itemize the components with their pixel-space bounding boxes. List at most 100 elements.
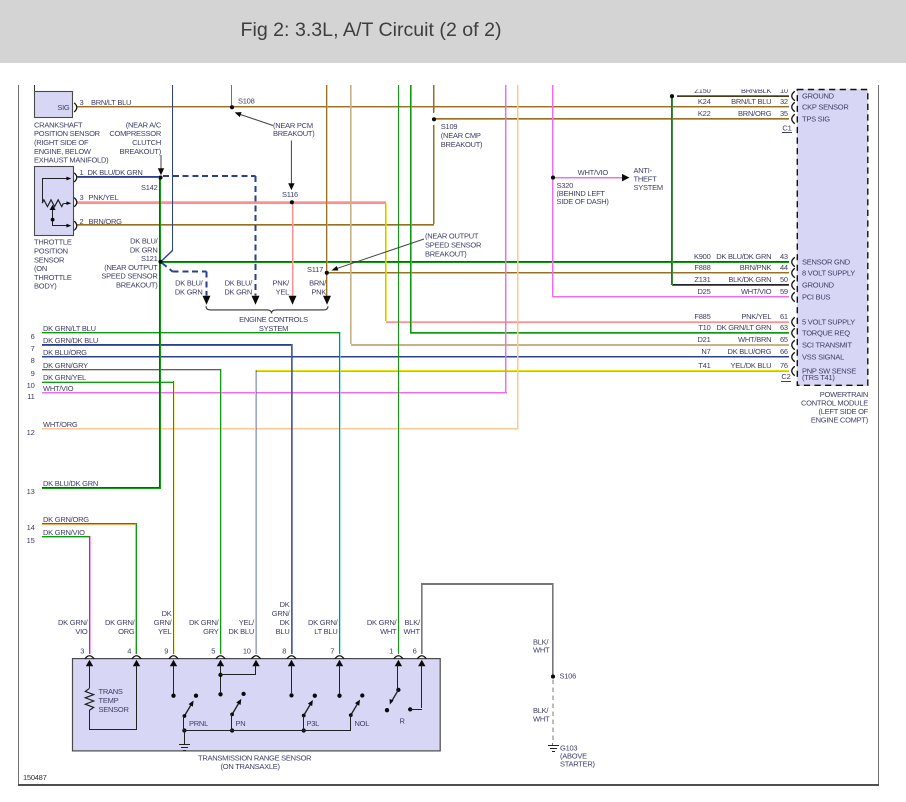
svg-text:43: 43 bbox=[780, 252, 788, 261]
svg-text:ORG: ORG bbox=[118, 627, 135, 636]
svg-text:50: 50 bbox=[780, 275, 788, 284]
svg-text:K24: K24 bbox=[698, 97, 711, 106]
svg-text:9: 9 bbox=[31, 369, 35, 378]
svg-text:SIG: SIG bbox=[57, 103, 70, 112]
svg-text:K900: K900 bbox=[694, 252, 711, 261]
svg-text:SPEED SENSOR: SPEED SENSOR bbox=[101, 272, 158, 281]
svg-text:59: 59 bbox=[780, 287, 788, 296]
svg-text:WHT: WHT bbox=[403, 627, 420, 636]
svg-text:BLU: BLU bbox=[276, 627, 290, 636]
svg-text:DK GRN/: DK GRN/ bbox=[105, 618, 136, 627]
svg-text:DK GRN: DK GRN bbox=[175, 287, 203, 296]
svg-text:ENGINE CONTROLS: ENGINE CONTROLS bbox=[239, 315, 308, 324]
svg-text:10: 10 bbox=[243, 646, 251, 655]
svg-text:SCI TRANSMIT: SCI TRANSMIT bbox=[802, 340, 852, 349]
svg-text:F885: F885 bbox=[694, 312, 710, 321]
svg-text:7: 7 bbox=[330, 646, 334, 655]
svg-text:DK GRN/: DK GRN/ bbox=[189, 618, 220, 627]
svg-text:YEL/DK BLU: YEL/DK BLU bbox=[730, 361, 771, 370]
svg-text:T41: T41 bbox=[698, 361, 710, 370]
svg-text:DK BLU: DK BLU bbox=[228, 627, 254, 636]
svg-text:3: 3 bbox=[80, 98, 84, 107]
svg-text:65: 65 bbox=[780, 335, 788, 344]
svg-text:3: 3 bbox=[80, 193, 84, 202]
svg-text:YEL/: YEL/ bbox=[239, 618, 255, 627]
svg-text:150487: 150487 bbox=[23, 773, 47, 782]
svg-text:TPS SIG: TPS SIG bbox=[802, 114, 830, 123]
svg-text:DK GRN/YEL: DK GRN/YEL bbox=[43, 373, 86, 382]
svg-text:GROUND: GROUND bbox=[802, 280, 835, 289]
svg-text:9: 9 bbox=[164, 646, 168, 655]
svg-text:COMPRESSOR: COMPRESSOR bbox=[109, 129, 162, 138]
svg-text:P3L: P3L bbox=[307, 719, 320, 728]
svg-text:BLK/DK GRN: BLK/DK GRN bbox=[728, 275, 771, 284]
svg-text:PRNL: PRNL bbox=[189, 719, 208, 728]
svg-text:DK BLU/: DK BLU/ bbox=[225, 278, 254, 287]
svg-text:DK BLU/DK GRN: DK BLU/DK GRN bbox=[88, 168, 143, 177]
svg-text:76: 76 bbox=[780, 361, 788, 370]
svg-text:WHT: WHT bbox=[533, 646, 550, 655]
svg-text:PNK/: PNK/ bbox=[272, 278, 290, 287]
svg-text:PNK: PNK bbox=[311, 287, 326, 296]
svg-text:BREAKOUT): BREAKOUT) bbox=[119, 147, 161, 156]
svg-text:DK BLU/ORG: DK BLU/ORG bbox=[43, 348, 87, 357]
svg-text:DK: DK bbox=[162, 609, 172, 618]
svg-text:GRY: GRY bbox=[203, 627, 219, 636]
svg-text:POSITION SENSOR: POSITION SENSOR bbox=[34, 129, 101, 138]
svg-text:WHT: WHT bbox=[380, 627, 397, 636]
svg-text:D21: D21 bbox=[697, 335, 710, 344]
svg-text:VIO: VIO bbox=[75, 627, 88, 636]
svg-text:N7: N7 bbox=[701, 347, 710, 356]
svg-text:1: 1 bbox=[389, 646, 393, 655]
svg-text:BRN/ORG: BRN/ORG bbox=[738, 109, 772, 118]
svg-text:DK GRN/ORG: DK GRN/ORG bbox=[43, 515, 89, 524]
svg-text:DK: DK bbox=[280, 618, 290, 627]
svg-text:2: 2 bbox=[80, 217, 84, 226]
svg-text:BREAKOUT): BREAKOUT) bbox=[425, 249, 467, 258]
svg-text:10: 10 bbox=[27, 381, 35, 390]
svg-text:4: 4 bbox=[127, 646, 131, 655]
svg-text:6: 6 bbox=[413, 646, 417, 655]
svg-text:DK GRN/: DK GRN/ bbox=[367, 618, 398, 627]
svg-text:BLK/: BLK/ bbox=[405, 618, 421, 627]
svg-text:(TRS T41): (TRS T41) bbox=[802, 373, 835, 382]
svg-text:GROUND: GROUND bbox=[802, 91, 835, 100]
svg-text:32: 32 bbox=[780, 97, 788, 106]
svg-text:PNK/YEL: PNK/YEL bbox=[89, 193, 119, 202]
svg-text:THROTTLE: THROTTLE bbox=[34, 273, 72, 282]
svg-text:8: 8 bbox=[282, 646, 286, 655]
svg-text:SYSTEM: SYSTEM bbox=[259, 324, 288, 333]
svg-text:DK GRN/DK BLU: DK GRN/DK BLU bbox=[43, 336, 98, 345]
svg-text:Z131: Z131 bbox=[694, 275, 710, 284]
svg-text:SPEED SENSOR: SPEED SENSOR bbox=[425, 240, 482, 249]
svg-text:SIDE OF DASH): SIDE OF DASH) bbox=[557, 197, 610, 206]
svg-text:TEMP: TEMP bbox=[99, 696, 119, 705]
svg-text:YEL: YEL bbox=[276, 287, 290, 296]
svg-text:15: 15 bbox=[27, 536, 35, 545]
svg-text:66: 66 bbox=[780, 347, 788, 356]
svg-text:DK GRN/: DK GRN/ bbox=[308, 618, 339, 627]
svg-text:DK GRN/GRY: DK GRN/GRY bbox=[43, 361, 88, 370]
svg-text:BREAKOUT): BREAKOUT) bbox=[273, 129, 315, 138]
svg-text:(ON TRANSAXLE): (ON TRANSAXLE) bbox=[221, 762, 281, 771]
svg-text:11: 11 bbox=[27, 392, 34, 401]
svg-text:DK GRN/VIO: DK GRN/VIO bbox=[43, 528, 85, 537]
svg-text:LT BLU: LT BLU bbox=[314, 627, 337, 636]
svg-text:14: 14 bbox=[27, 523, 35, 532]
svg-text:PNK/YEL: PNK/YEL bbox=[741, 312, 771, 321]
svg-text:(ON: (ON bbox=[34, 264, 47, 273]
svg-text:DK GRN: DK GRN bbox=[130, 245, 158, 254]
svg-text:CKP SENSOR: CKP SENSOR bbox=[802, 102, 849, 111]
svg-text:SYSTEM: SYSTEM bbox=[634, 183, 663, 192]
svg-text:DK GRN/LT BLU: DK GRN/LT BLU bbox=[43, 324, 96, 333]
svg-text:TRANS: TRANS bbox=[99, 687, 123, 696]
svg-text:WHT: WHT bbox=[533, 714, 550, 723]
svg-text:S117: S117 bbox=[307, 265, 323, 274]
svg-text:(NEAR CMP: (NEAR CMP bbox=[441, 131, 481, 140]
svg-text:BRN/LT BLU: BRN/LT BLU bbox=[91, 98, 131, 107]
svg-text:BREAKOUT): BREAKOUT) bbox=[441, 140, 483, 149]
svg-text:D25: D25 bbox=[697, 287, 710, 296]
svg-text:5: 5 bbox=[211, 646, 215, 655]
svg-text:K22: K22 bbox=[698, 109, 711, 118]
svg-text:F888: F888 bbox=[694, 263, 710, 272]
